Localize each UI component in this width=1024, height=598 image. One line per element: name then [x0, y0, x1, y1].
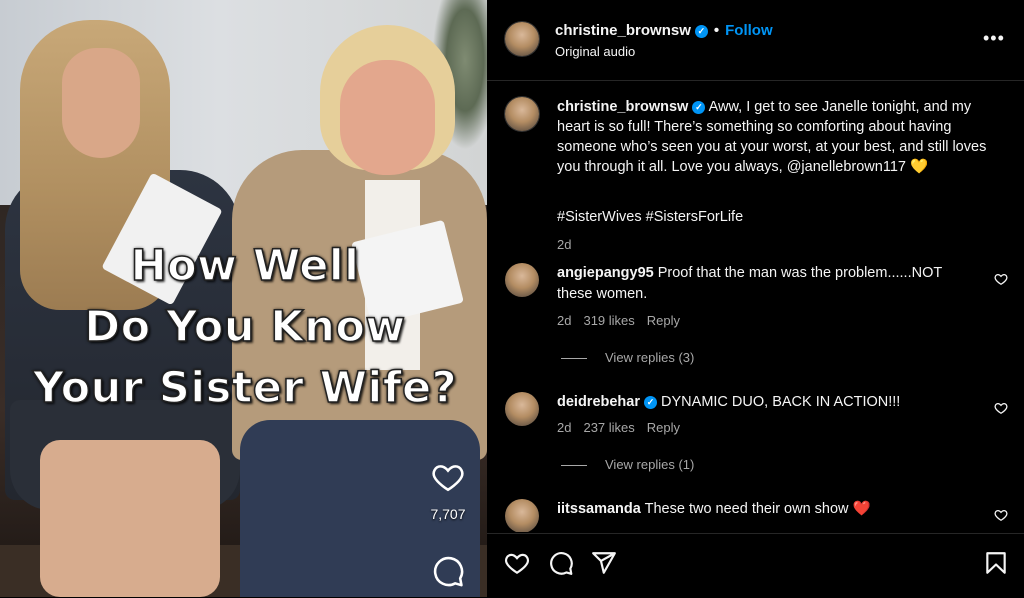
heart-icon[interactable]	[994, 401, 1008, 415]
replies-divider	[561, 358, 587, 360]
comment-likes[interactable]: 237 likes	[583, 420, 634, 435]
comment-text-block: deidrebehar ✓ DYNAMIC DUO, BACK IN ACTION…	[557, 392, 952, 413]
avatar[interactable]	[505, 22, 539, 56]
heart-icon[interactable]	[431, 460, 465, 494]
reel-video[interactable]: How Well Do You Know Your Sister Wife? 7…	[0, 0, 487, 597]
save-icon[interactable]	[983, 550, 1009, 576]
reply-button[interactable]: Reply	[647, 313, 680, 328]
comment-username[interactable]: angiepangy95	[557, 265, 654, 281]
header-username[interactable]: christine_brownsw	[555, 22, 691, 39]
comment-likes[interactable]: 319 likes	[583, 313, 634, 328]
view-replies-label: View replies (3)	[605, 350, 695, 365]
view-replies-button[interactable]: View replies (3)	[561, 350, 694, 365]
person-right-face	[340, 60, 435, 175]
more-options-icon[interactable]: •••	[983, 28, 1005, 49]
avatar[interactable]	[505, 97, 539, 131]
comment-time: 2d	[557, 420, 572, 435]
caption-text-block: christine_brownsw ✓ Aww, I get to see Jan…	[557, 97, 997, 177]
heart-icon[interactable]	[504, 550, 530, 576]
comment-icon[interactable]	[548, 550, 574, 576]
comments-scroll-area[interactable]: christine_brownsw ✓ Aww, I get to see Jan…	[487, 81, 1024, 532]
heart-icon[interactable]	[994, 272, 1008, 286]
post-header: christine_brownsw ✓ • Follow Original audio…	[487, 0, 1024, 81]
comment-text: DYNAMIC DUO, BACK IN ACTION!!!	[661, 394, 901, 410]
caption-username[interactable]: christine_brownsw	[557, 99, 688, 115]
comment-icon[interactable]	[431, 554, 465, 588]
caption-timestamp: 2d	[557, 237, 572, 252]
caption-hashtags[interactable]: #SisterWives #SistersForLife	[557, 209, 743, 225]
share-icon[interactable]	[591, 550, 617, 576]
heart-icon[interactable]	[994, 508, 1008, 522]
header-username-row: christine_brownsw ✓ • Follow	[555, 22, 773, 39]
comment-time: 2d	[557, 313, 572, 328]
original-audio-link[interactable]: Original audio	[555, 44, 635, 59]
video-like-column: 7,707	[420, 460, 476, 522]
person-left-legs	[40, 440, 220, 597]
comment-username[interactable]: iitssamanda	[557, 501, 641, 517]
video-like-count: 7,707	[430, 506, 466, 522]
comment-text-block: angiepangy95 Proof that the man was the …	[557, 263, 952, 305]
overlay-line-2: Do You Know	[84, 301, 406, 353]
separator-dot: •	[713, 22, 720, 39]
reply-button[interactable]: Reply	[647, 420, 680, 435]
person-left-face	[62, 48, 140, 158]
overlay-line-1: How Well	[130, 240, 360, 292]
post-actions-bar	[487, 533, 1024, 598]
avatar[interactable]	[505, 499, 539, 532]
video-overlay-text: How Well Do You Know Your Sister Wife?	[10, 236, 480, 419]
post-panel: christine_brownsw ✓ • Follow Original audio…	[487, 0, 1024, 598]
verified-badge-icon: ✓	[644, 396, 657, 409]
view-replies-label: View replies (1)	[605, 457, 695, 472]
overlay-line-3: Your Sister Wife?	[32, 362, 458, 414]
comment-meta: 2d 237 likes Reply	[557, 420, 692, 435]
comment-meta: 2d 319 likes Reply	[557, 313, 692, 328]
verified-badge-icon: ✓	[692, 101, 706, 114]
comment-username[interactable]: deidrebehar	[557, 394, 640, 410]
comment-text-block: iitssamanda These two need their own sho…	[557, 499, 952, 520]
replies-divider	[561, 465, 587, 467]
avatar[interactable]	[505, 263, 539, 297]
verified-badge-icon: ✓	[694, 25, 708, 38]
avatar[interactable]	[505, 392, 539, 426]
comment-text: These two need their own show ❤️	[644, 501, 871, 517]
view-replies-button[interactable]: View replies (1)	[561, 457, 694, 472]
follow-button[interactable]: Follow	[725, 22, 773, 39]
